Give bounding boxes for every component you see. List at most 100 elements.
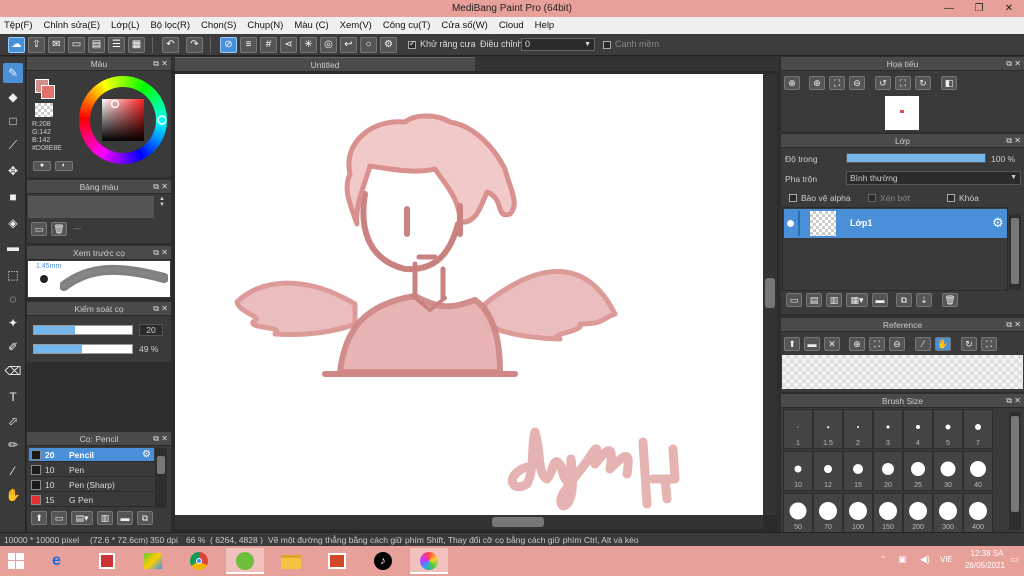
maximize-button[interactable]: ❐ [964, 0, 994, 17]
menu-snap[interactable]: Chụp(N) [247, 20, 283, 31]
brush-list-item[interactable]: 10 Pen (Sharp) [29, 478, 154, 492]
brush-size-scroll-thumb[interactable] [1011, 416, 1019, 512]
brush-list-item[interactable]: 15 G Pen [29, 493, 154, 507]
taskbar-medibang-icon[interactable] [410, 548, 448, 574]
cross-snap-icon[interactable]: # [260, 37, 277, 53]
blur-tool-icon[interactable]: ⟋ [3, 135, 23, 155]
brush-size-cell[interactable]: 1 [783, 409, 813, 449]
gear-icon[interactable]: ⚙ [992, 215, 1004, 231]
taskbar-green-app-icon[interactable] [226, 548, 264, 574]
delete-icon[interactable]: 🗑 [942, 293, 958, 307]
color-mode-button[interactable]: ● [33, 161, 51, 171]
layer-row[interactable]: Lớp1 ⚙ [784, 209, 1007, 238]
move-tool-icon[interactable]: ✥ [3, 161, 23, 181]
popout-icon[interactable]: ⧉ [1006, 318, 1012, 332]
close-icon[interactable]: ✕ [161, 57, 168, 71]
delete-icon[interactable]: 🗑 [51, 222, 67, 236]
brush-size-cell[interactable]: 4 [903, 409, 933, 449]
zoom-in-icon[interactable]: ⊕ [809, 76, 825, 90]
layer-menu-icon[interactable]: ▦▾ [846, 293, 868, 307]
brush-size-cell[interactable]: 30 [933, 451, 963, 491]
menu-cloud[interactable]: Cloud [499, 20, 524, 31]
ellipse-snap-icon[interactable]: ○ [360, 37, 377, 53]
new-8bit-layer-icon[interactable]: ▥ [826, 293, 842, 307]
close-icon[interactable]: ✕ [1014, 134, 1021, 148]
layer-scroll-thumb[interactable] [1011, 218, 1019, 284]
upload-icon[interactable]: ⬆ [784, 337, 800, 351]
brush-add-icon[interactable]: ⬆ [31, 511, 47, 525]
eye-icon[interactable] [787, 220, 794, 227]
close-button[interactable]: ✕ [994, 0, 1024, 17]
curve-snap-icon[interactable]: ↩ [340, 37, 357, 53]
taskbar-powerpoint-icon[interactable] [318, 548, 356, 574]
taskbar-edge-icon[interactable]: e [42, 548, 80, 574]
zoom-in-icon[interactable]: ⊕ [784, 76, 800, 90]
eyedropper-tool-icon[interactable]: ⁄ [3, 461, 23, 481]
fit-icon[interactable]: ⛶ [829, 76, 845, 90]
reference-canvas[interactable] [782, 355, 1023, 389]
popout-icon[interactable]: ⧉ [1006, 57, 1012, 71]
popout-icon[interactable]: ⧉ [1006, 394, 1012, 408]
transparent-color-swatch[interactable] [35, 103, 53, 117]
brush-size-cell[interactable]: 200 [903, 493, 933, 533]
snap-off-icon[interactable]: ⊘ [220, 37, 237, 53]
navigator-thumbnail[interactable] [885, 96, 919, 130]
lock-checkbox[interactable] [947, 194, 955, 202]
brush-size-cell[interactable]: 50 [783, 493, 813, 533]
tray-chevron-icon[interactable]: ⌃ [880, 555, 887, 564]
brush-size-cell[interactable]: 20 [873, 451, 903, 491]
undo-icon[interactable]: ↶ [162, 37, 179, 53]
brush-size-cell[interactable]: 5 [933, 409, 963, 449]
palette-scroll[interactable]: ▲ ▼ [156, 196, 168, 218]
duplicate-layer-icon[interactable]: ⧉ [896, 293, 912, 307]
brush-size-cell[interactable]: 300 [933, 493, 963, 533]
close-reference-icon[interactable]: ✕ [824, 337, 840, 351]
brush-duplicate-icon[interactable]: ⧉ [137, 511, 153, 525]
share-icon[interactable]: ⇪ [28, 37, 45, 53]
gradient-tool-icon[interactable]: ▬ [3, 237, 23, 257]
brush-list-scroll-thumb[interactable] [157, 456, 165, 474]
brush-size-cell[interactable]: 150 [873, 493, 903, 533]
brush-list-item[interactable]: 10 Pen [29, 463, 154, 477]
windows-start-icon[interactable] [8, 553, 24, 569]
fit-icon[interactable]: ⛶ [869, 337, 885, 351]
brush-new-icon[interactable]: ▭ [51, 511, 67, 525]
popout-icon[interactable]: ⧉ [153, 302, 159, 316]
bucket-tool-icon[interactable]: ◈ [3, 213, 23, 233]
brush-folder-icon[interactable]: ▬ [117, 511, 133, 525]
magic-wand-tool-icon[interactable]: ✦ [3, 313, 23, 333]
vanishing-snap-icon[interactable]: ⋖ [280, 37, 297, 53]
brush-list-item[interactable]: 20 Pencil ⚙ [29, 448, 154, 462]
popout-icon[interactable]: ⧉ [153, 432, 159, 446]
close-icon[interactable]: ✕ [161, 246, 168, 260]
menu-layer[interactable]: Lớp(L) [111, 20, 139, 31]
reset-view-icon[interactable]: ⛶ [895, 76, 911, 90]
select-tool-icon[interactable]: ⬚ [3, 265, 23, 285]
grid-icon[interactable]: ▦ [128, 37, 145, 53]
close-icon[interactable]: ✕ [1014, 57, 1021, 71]
taskbar-tiktok-icon[interactable]: ♪ [364, 548, 402, 574]
brush-size-value[interactable]: 20 [139, 324, 163, 336]
new-halftone-layer-icon[interactable]: ▤ [806, 293, 822, 307]
clipping-checkbox[interactable] [868, 194, 876, 202]
close-icon[interactable]: ✕ [161, 302, 168, 316]
menu-view[interactable]: Xem(V) [340, 20, 372, 31]
circle-snap-icon[interactable]: ◎ [320, 37, 337, 53]
color-wheel[interactable] [77, 74, 169, 166]
notification-icon[interactable]: ▭ [1010, 554, 1019, 565]
select-pen-tool-icon[interactable]: ✐ [3, 337, 23, 357]
hand-tool-icon[interactable]: ✋ [3, 485, 23, 505]
brush-size-cell[interactable]: 25 [903, 451, 933, 491]
brush-size-cell[interactable]: 12 [813, 451, 843, 491]
menu-color[interactable]: Màu (C) [294, 20, 328, 31]
new-file-icon[interactable]: ▭ [68, 37, 85, 53]
horizontal-scroll-thumb[interactable] [492, 517, 544, 527]
brush-size-cell[interactable]: 400 [963, 493, 993, 533]
color-swap-button[interactable]: ◐ [55, 161, 73, 171]
open-folder-icon[interactable]: ▬ [804, 337, 820, 351]
shape-tool-icon[interactable]: ■ [3, 187, 23, 207]
rotate-icon[interactable]: ↻ [961, 337, 977, 351]
brush-size-scrollbar[interactable] [1009, 412, 1021, 530]
select-eraser-tool-icon[interactable]: ⌫ [3, 361, 23, 381]
zoom-out-icon[interactable]: ⊖ [889, 337, 905, 351]
